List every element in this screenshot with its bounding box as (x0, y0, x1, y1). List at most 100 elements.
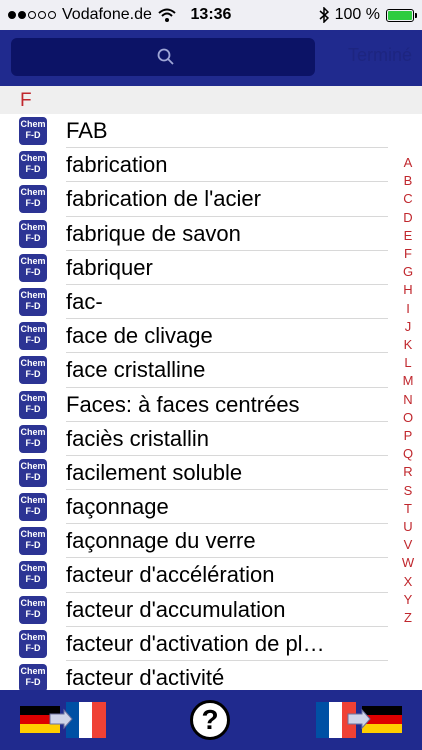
icon-text-bottom: F-D (25, 266, 41, 277)
german-to-french-flag-icon[interactable] (20, 702, 106, 738)
index-letter[interactable]: O (403, 409, 413, 427)
chem-dictionary-icon: Chem F-D (19, 458, 47, 487)
index-letter[interactable]: D (403, 209, 412, 227)
chem-dictionary-icon: Chem F-D (19, 527, 47, 556)
index-letter[interactable]: J (405, 318, 412, 336)
chem-dictionary-icon: Chem F-D (19, 561, 47, 590)
bottom-toolbar: ? (0, 690, 422, 750)
icon-text-bottom: F-D (25, 232, 41, 243)
list-item-label: fabrication (66, 152, 168, 178)
alphabet-index[interactable]: ABCDEFGHIJKLMNOPQRSTUVWXYZ (398, 154, 418, 627)
index-letter[interactable]: R (403, 463, 412, 481)
index-letter[interactable]: W (402, 554, 414, 572)
index-letter[interactable]: S (404, 482, 413, 500)
icon-text-top: Chem (20, 426, 46, 437)
list-item-label: façonnage (66, 494, 169, 520)
index-letter[interactable]: F (404, 245, 412, 263)
index-letter[interactable]: A (404, 154, 413, 172)
icon-text-bottom: F-D (25, 164, 41, 175)
french-to-german-flag-icon[interactable] (316, 702, 402, 738)
list-item[interactable]: Chem F-D façonnage (0, 490, 422, 525)
list-item[interactable]: Chem F-D facilement soluble (0, 456, 422, 491)
index-letter[interactable]: X (404, 573, 413, 591)
header-bar: Terminé (0, 30, 422, 86)
list-item[interactable]: Chem F-D fabriquer (0, 251, 422, 286)
icon-text-bottom: F-D (25, 335, 41, 346)
list-item-label: façonnage du verre (66, 528, 256, 554)
section-letter: F (20, 90, 32, 111)
list-item-label: fabrication de l'acier (66, 186, 261, 212)
section-header: F (0, 86, 422, 114)
status-bar: Vodafone.de 13:36 100 % (0, 0, 422, 30)
list-item[interactable]: Chem F-D fac- (0, 285, 422, 320)
icon-text-top: Chem (20, 597, 46, 608)
list-item-label: facteur d'activité (66, 665, 225, 690)
icon-text-top: Chem (20, 563, 46, 574)
index-letter[interactable]: V (404, 536, 413, 554)
index-letter[interactable]: P (404, 427, 413, 445)
chem-dictionary-icon: Chem F-D (19, 493, 47, 522)
chem-dictionary-icon: Chem F-D (19, 287, 47, 316)
list-item-label: fac- (66, 288, 103, 314)
list-item-label: fabriquer (66, 254, 153, 280)
list-item-label: facteur d'accélération (66, 562, 275, 588)
list-item[interactable]: Chem F-D FAB (0, 114, 422, 149)
index-letter[interactable]: T (404, 500, 412, 518)
search-box[interactable] (11, 38, 315, 76)
icon-text-bottom: F-D (25, 677, 41, 687)
icon-text-top: Chem (20, 666, 46, 676)
index-letter[interactable]: G (403, 263, 413, 281)
list-item[interactable]: Chem F-D face de clivage (0, 319, 422, 354)
list-item[interactable]: Chem F-D fabrique de savon (0, 217, 422, 251)
index-letter[interactable]: Y (404, 591, 413, 609)
chem-dictionary-icon: Chem F-D (19, 253, 47, 282)
list-item[interactable]: Chem F-D facteur d'activation de pl… (0, 627, 422, 662)
list-item[interactable]: Chem F-D façonnage du verre (0, 524, 422, 559)
chem-dictionary-icon: Chem F-D (19, 322, 47, 351)
chem-dictionary-icon: Chem F-D (19, 595, 47, 624)
index-letter[interactable]: B (404, 172, 413, 190)
index-letter[interactable]: N (403, 391, 412, 409)
index-letter[interactable]: C (403, 190, 412, 208)
search-input[interactable] (11, 38, 315, 76)
help-button[interactable]: ? (190, 700, 230, 740)
list-item-label: facteur d'accumulation (66, 596, 286, 622)
chem-dictionary-icon: Chem F-D (19, 117, 47, 145)
icon-text-top: Chem (20, 255, 46, 266)
index-letter[interactable]: E (404, 227, 413, 245)
list-item-label: Faces: à faces centrées (66, 391, 300, 417)
list-item[interactable]: Chem F-D face cristalline (0, 353, 422, 388)
index-letter[interactable]: H (403, 281, 412, 299)
icon-text-bottom: F-D (25, 608, 41, 619)
list-item[interactable]: Chem F-D facteur d'accumulation (0, 593, 422, 628)
index-letter[interactable]: M (403, 372, 414, 390)
icon-text-bottom: F-D (25, 471, 41, 482)
icon-text-top: Chem (20, 289, 46, 300)
index-letter[interactable]: L (404, 354, 411, 372)
index-letter[interactable]: I (406, 300, 410, 318)
list-item-label: face de clivage (66, 323, 213, 349)
word-list: F Chem F-D FAB Chem F-D fabrication Chem F-D fab… (0, 86, 422, 690)
done-button[interactable]: Terminé (348, 45, 412, 66)
index-letter[interactable]: K (404, 336, 413, 354)
icon-text-bottom: F-D (25, 540, 41, 551)
battery-label: 100 % (334, 6, 380, 23)
index-letter[interactable]: U (403, 518, 412, 536)
icon-text-top: Chem (20, 119, 46, 129)
chem-dictionary-icon: Chem F-D (19, 424, 47, 453)
status-right: 100 % (319, 6, 417, 24)
list-item[interactable]: Chem F-D fabrication de l'acier (0, 182, 422, 217)
list-item[interactable]: Chem F-D facteur d'activité (0, 661, 422, 690)
chem-dictionary-icon: Chem F-D (19, 629, 47, 658)
list-item[interactable]: Chem F-D faciès cristallin (0, 422, 422, 457)
icon-text-bottom: F-D (25, 369, 41, 380)
icon-text-top: Chem (20, 631, 46, 642)
icon-text-top: Chem (20, 153, 46, 164)
index-letter[interactable]: Z (404, 609, 412, 627)
icon-text-top: Chem (20, 495, 46, 506)
icon-text-top: Chem (20, 187, 46, 198)
list-item[interactable]: Chem F-D fabrication (0, 148, 422, 183)
list-item[interactable]: Chem F-D Faces: à faces centrées (0, 388, 422, 422)
index-letter[interactable]: Q (403, 445, 413, 463)
list-item[interactable]: Chem F-D facteur d'accélération (0, 558, 422, 593)
